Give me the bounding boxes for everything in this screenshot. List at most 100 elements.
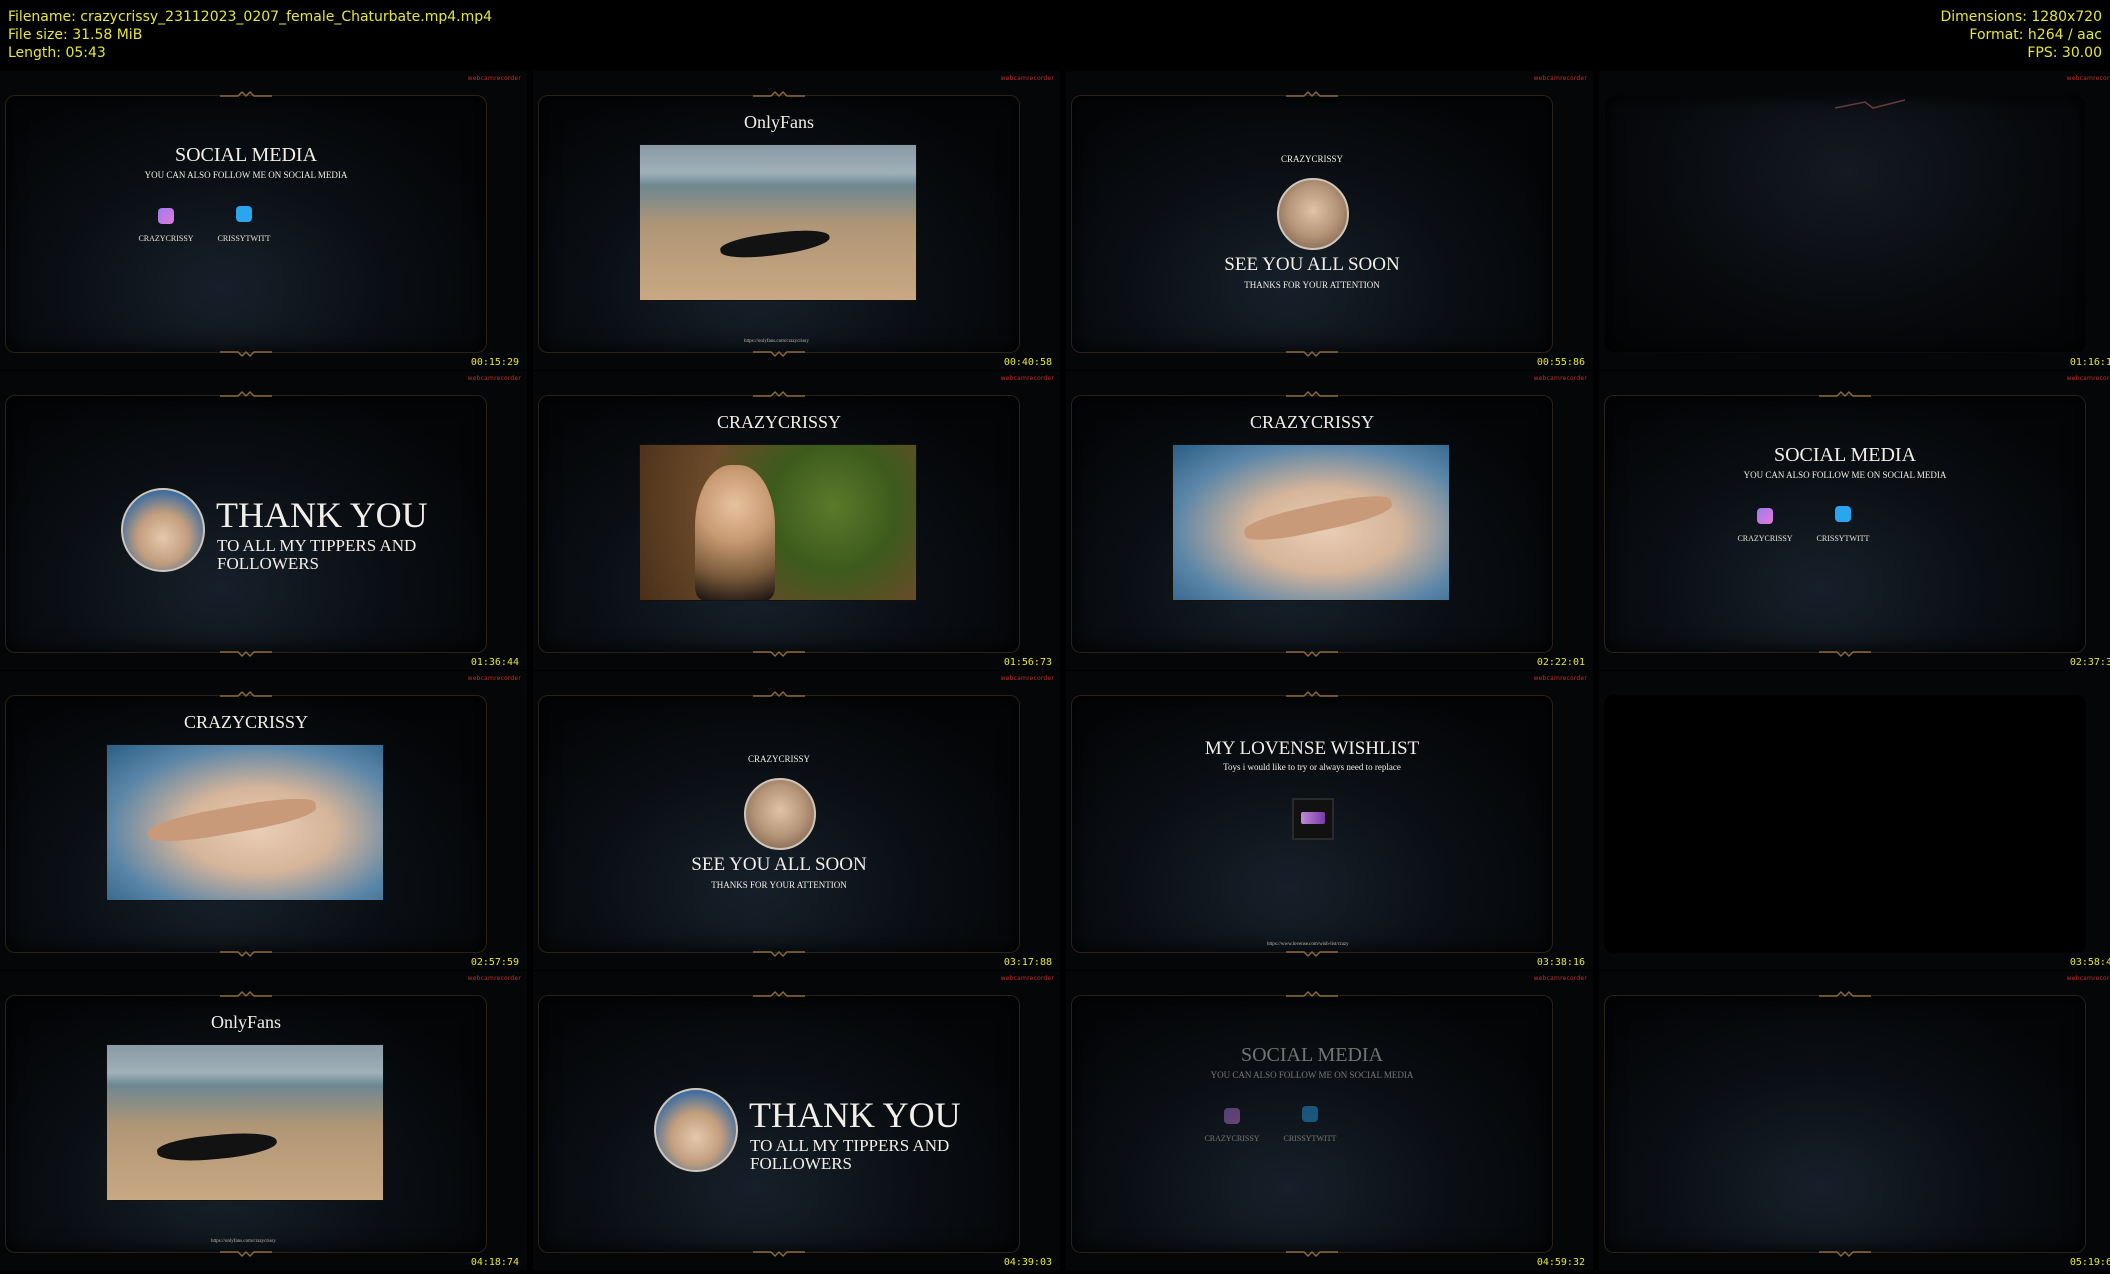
watermark: webcamrecorder xyxy=(1533,975,1587,982)
slide-title: MY LOVENSE WISHLIST xyxy=(1204,738,1420,759)
thumbnail[interactable]: webcamrecorder CRAZYCRISSY 02:22:01 xyxy=(1066,371,1593,670)
photo-figure xyxy=(1241,489,1395,547)
url-text[interactable]: https://onlyfans.com/crazycrissy xyxy=(211,1239,276,1244)
onlyfans-icon[interactable] xyxy=(1224,1108,1240,1124)
timestamp: 02:57:59 xyxy=(470,957,519,968)
watermark: webcamrecorder xyxy=(1533,675,1587,682)
thumbnail[interactable]: webcamrecorder 01:16:15 xyxy=(1599,71,2110,370)
ornament-icon xyxy=(220,90,272,98)
thumbnail[interactable]: webcamrecorder 05:19:60 xyxy=(1599,971,2110,1270)
photo-image xyxy=(1172,444,1450,601)
social-link-label[interactable]: CRAZYCRISSY xyxy=(1720,534,1810,543)
thumbnail[interactable]: webcamrecorder MY LOVENSE WISHLIST Toys … xyxy=(1066,671,1593,970)
video-info: Dimensions: 1280x720 Format: h264 / aac FP… xyxy=(1940,8,2102,62)
thumbnail[interactable]: webcamrecorder OnlyFans https://onlyfans… xyxy=(533,71,1060,370)
timestamp: 04:59:32 xyxy=(1536,1257,1585,1268)
watermark: webcamrecorder xyxy=(1533,75,1587,82)
avatar xyxy=(1277,178,1349,250)
slide-title: OnlyFans xyxy=(743,112,814,132)
ornament-icon xyxy=(220,650,272,658)
ornament-icon xyxy=(753,350,805,358)
slide-frame: CRAZYCRISSY xyxy=(1071,390,1553,658)
watermark: webcamrecorder xyxy=(467,75,521,82)
timestamp: 00:55:86 xyxy=(1536,357,1585,368)
timestamp: 03:38:16 xyxy=(1536,957,1585,968)
photo-image xyxy=(106,744,384,901)
timestamp: 01:56:73 xyxy=(1003,657,1052,668)
slide-line: TO ALL MY TIPPERS AND xyxy=(750,1136,950,1155)
fps-text: FPS: 30.00 xyxy=(2027,45,2102,61)
slide-title: CRAZYCRISSY xyxy=(183,712,309,732)
ornament-icon xyxy=(753,990,805,998)
thumbnail[interactable]: webcamrecorder CRAZYCRISSY 01:56:73 xyxy=(533,371,1060,670)
photo-image xyxy=(639,144,917,301)
slide-line: TO ALL MY TIPPERS AND xyxy=(217,536,417,555)
slide-title: THANK YOU xyxy=(749,1095,961,1135)
twitter-icon[interactable] xyxy=(236,206,252,222)
slide-subtitle: YOU CAN ALSO FOLLOW ME ON SOCIAL MEDIA xyxy=(144,170,348,180)
slide-frame: THANK YOU TO ALL MY TIPPERS AND FOLLOWER… xyxy=(5,390,487,658)
thumbnail[interactable]: webcamrecorder THANK YOU TO ALL MY TIPPE… xyxy=(533,971,1060,1270)
ornament-icon xyxy=(1286,650,1338,658)
thumbnail[interactable]: webcamrecorder OnlyFans https://onlyfans… xyxy=(0,971,527,1270)
watermark: webcamrecorder xyxy=(467,975,521,982)
ornament-icon xyxy=(220,990,272,998)
url-text[interactable]: https://www.lovense.com/wish-list/crazy xyxy=(1267,942,1349,947)
slide-subtitle: YOU CAN ALSO FOLLOW ME ON SOCIAL MEDIA xyxy=(1210,1070,1414,1080)
ornament-icon xyxy=(220,350,272,358)
social-link-label[interactable]: CRAZYCRISSY xyxy=(1187,1134,1277,1143)
timestamp: 00:15:29 xyxy=(470,357,519,368)
slide-title: THANK YOU xyxy=(216,495,428,535)
ornament-icon xyxy=(753,650,805,658)
ornament-icon xyxy=(1286,990,1338,998)
social-link-label[interactable]: CRAZYCRISSY xyxy=(121,234,211,243)
photo-figure xyxy=(156,1128,278,1166)
timestamp: 05:19:60 xyxy=(2069,1257,2110,1268)
photo-figure xyxy=(146,792,318,848)
avatar xyxy=(654,1088,738,1172)
thumbnail[interactable]: webcamrecorder CRAZYCRISSY SEE YOU ALL S… xyxy=(1066,71,1593,370)
thumbnail[interactable]: 03:58:45 xyxy=(1599,671,2110,970)
watermark: webcamrecorder xyxy=(2066,75,2110,82)
onlyfans-icon[interactable] xyxy=(158,208,174,224)
product-thumbnail[interactable] xyxy=(1292,798,1334,840)
watermark: webcamrecorder xyxy=(2066,975,2110,982)
thumbnail[interactable]: webcamrecorder SOCIAL MEDIA YOU CAN ALSO… xyxy=(1066,971,1593,1270)
ornament-icon xyxy=(1286,690,1338,698)
thumbnail[interactable]: webcamrecorder THANK YOU TO ALL MY TIPPE… xyxy=(0,371,527,670)
onlyfans-icon[interactable] xyxy=(1757,508,1773,524)
ornament-icon xyxy=(220,1250,272,1258)
thumbnail[interactable]: webcamrecorder SOCIAL MEDIA YOU CAN ALSO… xyxy=(0,71,527,370)
slide-frame: SOCIAL MEDIA YOU CAN ALSO FOLLOW ME ON S… xyxy=(1604,390,2086,658)
social-link-label[interactable]: CRISSYTWITT xyxy=(1265,1134,1355,1143)
slide-small-title: CRAZYCRISSY xyxy=(1280,154,1343,164)
ornament-icon xyxy=(1286,90,1338,98)
ornament-icon xyxy=(1819,650,1871,658)
twitter-icon[interactable] xyxy=(1302,1106,1318,1122)
slide-small-title: CRAZYCRISSY xyxy=(747,754,810,764)
slide-title: SEE YOU ALL SOON xyxy=(1224,254,1400,275)
watermark: webcamrecorder xyxy=(1000,975,1054,982)
slide-line: FOLLOWERS xyxy=(217,554,319,573)
ornament-icon xyxy=(1835,99,1905,109)
ornament-icon xyxy=(1286,1250,1338,1258)
thumbnail[interactable]: webcamrecorder CRAZYCRISSY SEE YOU ALL S… xyxy=(533,671,1060,970)
ornament-icon xyxy=(1819,1250,1871,1258)
thumbnail[interactable]: webcamrecorder SOCIAL MEDIA YOU CAN ALSO… xyxy=(1599,371,2110,670)
thumbnail-grid: webcamrecorder SOCIAL MEDIA YOU CAN ALSO… xyxy=(0,71,2110,1271)
url-text[interactable]: https://onlyfans.com/crazycrissy xyxy=(744,339,809,344)
photo-image xyxy=(639,444,917,601)
twitter-icon[interactable] xyxy=(1835,506,1851,522)
watermark: webcamrecorder xyxy=(1000,375,1054,382)
slide-frame: CRAZYCRISSY xyxy=(5,690,487,958)
timestamp: 03:17:88 xyxy=(1003,957,1052,968)
timestamp: 02:37:30 xyxy=(2069,657,2110,668)
thumbnail[interactable]: webcamrecorder CRAZYCRISSY 02:57:59 xyxy=(0,671,527,970)
slide-subtitle: YOU CAN ALSO FOLLOW ME ON SOCIAL MEDIA xyxy=(1743,470,1947,480)
social-link-label[interactable]: CRISSYTWITT xyxy=(1798,534,1888,543)
social-link-label[interactable]: CRISSYTWITT xyxy=(199,234,289,243)
slide-title: SEE YOU ALL SOON xyxy=(691,854,867,875)
slide-frame: SOCIAL MEDIA YOU CAN ALSO FOLLOW ME ON S… xyxy=(1071,990,1553,1258)
filesize-text: File size: 31.58 MiB xyxy=(8,27,143,43)
ornament-icon xyxy=(753,690,805,698)
